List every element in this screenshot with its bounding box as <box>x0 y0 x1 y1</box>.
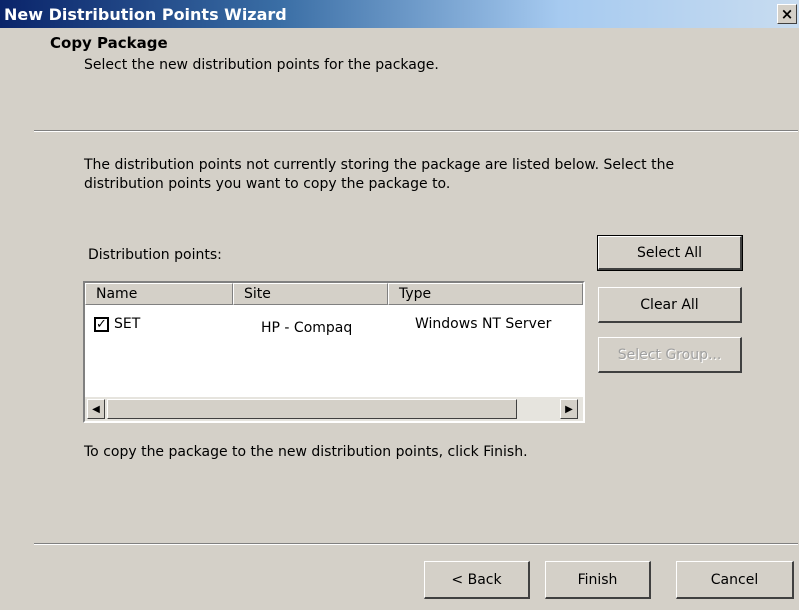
row-checkbox[interactable]: ✓ <box>94 317 109 332</box>
column-header-name[interactable]: Name <box>85 283 233 305</box>
arrow-right-icon: ▶ <box>565 403 573 415</box>
horizontal-scrollbar[interactable]: ◀ ▶ <box>85 397 583 421</box>
arrow-left-icon: ◀ <box>92 403 100 415</box>
scroll-right-button[interactable]: ▶ <box>560 399 578 419</box>
cancel-button[interactable]: Cancel <box>676 561 794 599</box>
list-header: Name Site Type <box>85 283 583 305</box>
header-divider <box>34 130 798 132</box>
description-text: The distribution points not currently st… <box>84 157 675 192</box>
window-title: New Distribution Points Wizard <box>4 4 287 24</box>
scroll-left-button[interactable]: ◀ <box>87 399 105 419</box>
cell-type: Windows NT Server <box>415 316 552 332</box>
column-header-site[interactable]: Site <box>233 283 388 305</box>
cell-name: SET <box>114 316 141 332</box>
scrollbar-thumb[interactable] <box>107 399 517 419</box>
finish-button[interactable]: Finish <box>545 561 651 599</box>
footer-divider <box>34 543 798 545</box>
back-button[interactable]: < Back <box>424 561 530 599</box>
select-all-button[interactable]: Select All <box>597 235 743 271</box>
close-button[interactable]: × <box>777 4 797 24</box>
list-item[interactable]: ✓ SET HP - Compaq Windows NT Server <box>85 316 583 338</box>
distribution-points-list[interactable]: Name Site Type ✓ SET HP - Compaq Windows… <box>83 281 585 423</box>
select-group-button[interactable]: Select Group... <box>598 337 742 373</box>
finish-instruction: To copy the package to the new distribut… <box>84 444 528 460</box>
page-subtitle: Select the new distribution points for t… <box>84 57 439 73</box>
column-header-type[interactable]: Type <box>388 283 583 305</box>
close-icon: × <box>780 5 794 23</box>
distribution-points-label: Distribution points: <box>88 247 222 263</box>
clear-all-button[interactable]: Clear All <box>598 287 742 323</box>
page-title: Copy Package <box>50 34 168 52</box>
cell-site: HP - Compaq <box>261 320 353 336</box>
checkmark-icon: ✓ <box>96 317 107 332</box>
title-bar: New Distribution Points Wizard × <box>0 0 799 28</box>
